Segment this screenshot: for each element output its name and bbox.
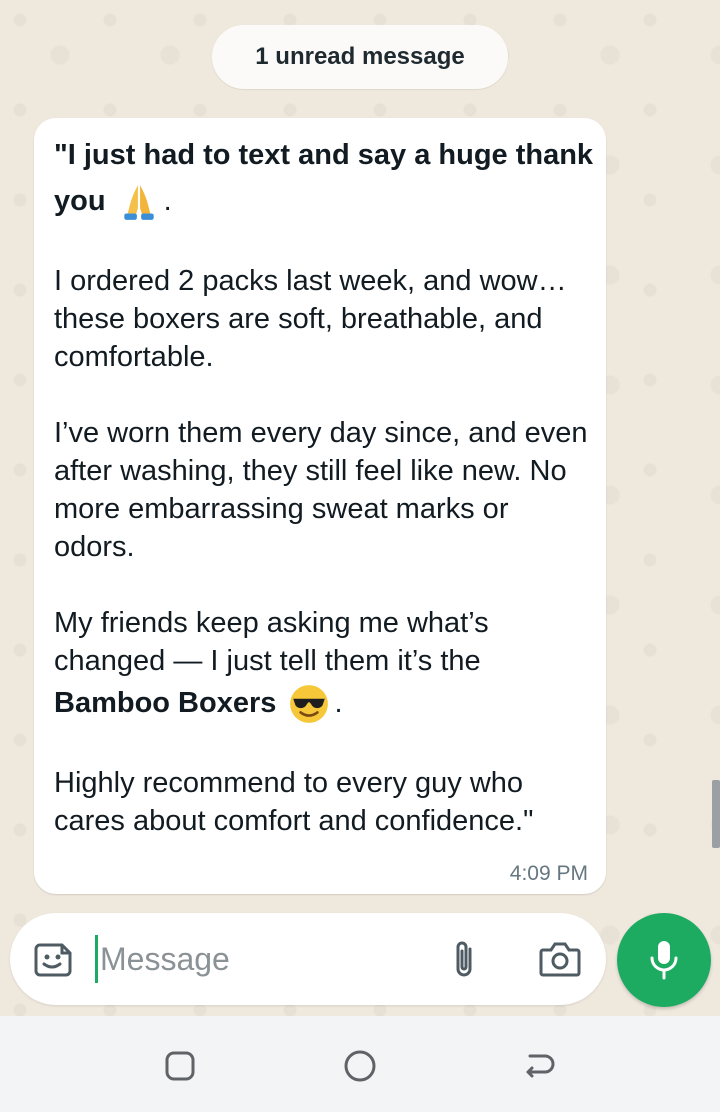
message-paragraph-3: My friends keep asking me what’s changed… [54,604,594,680]
incoming-message-bubble[interactable]: "I just had to text and say a huge thank… [34,118,606,894]
camera-icon[interactable] [538,939,582,979]
folded-hands-emoji-icon [123,185,154,221]
voice-message-button[interactable] [617,913,711,1007]
sticker-icon[interactable] [32,939,74,981]
recents-button[interactable] [160,1046,200,1086]
intro-period: . [163,185,172,217]
home-button[interactable] [340,1046,380,1086]
message-timestamp: 4:09 PM [509,862,588,885]
back-button[interactable] [520,1046,560,1086]
message-paragraph-4: Highly recommend to every guy who cares … [54,767,534,837]
product-name: Bamboo Boxers [54,687,277,719]
system-navigation-bar [0,1016,720,1112]
attach-icon[interactable] [446,937,482,981]
message-body: "I just had to text and say a huge thank… [54,132,594,840]
mic-icon [650,941,678,980]
message-intro: "I just had to text and say a huge thank… [54,132,594,224]
scrollbar-thumb[interactable] [712,780,720,848]
message-paragraph-2: I’ve worn them every day since, and even… [54,417,588,563]
message-paragraph-1: I ordered 2 packs last week, and wow… th… [54,265,567,373]
sunglasses-face-emoji-icon [290,685,329,724]
unread-messages-banner: 1 unread message [212,25,508,89]
unread-label: 1 unread message [255,43,465,70]
message-composer [10,913,606,1005]
product-line: Bamboo Boxers . [54,680,594,726]
paragraph-3-start: My friends keep asking me what’s changed… [54,607,489,677]
message-input[interactable] [100,935,420,983]
product-period: . [334,687,343,719]
text-cursor [95,935,98,983]
